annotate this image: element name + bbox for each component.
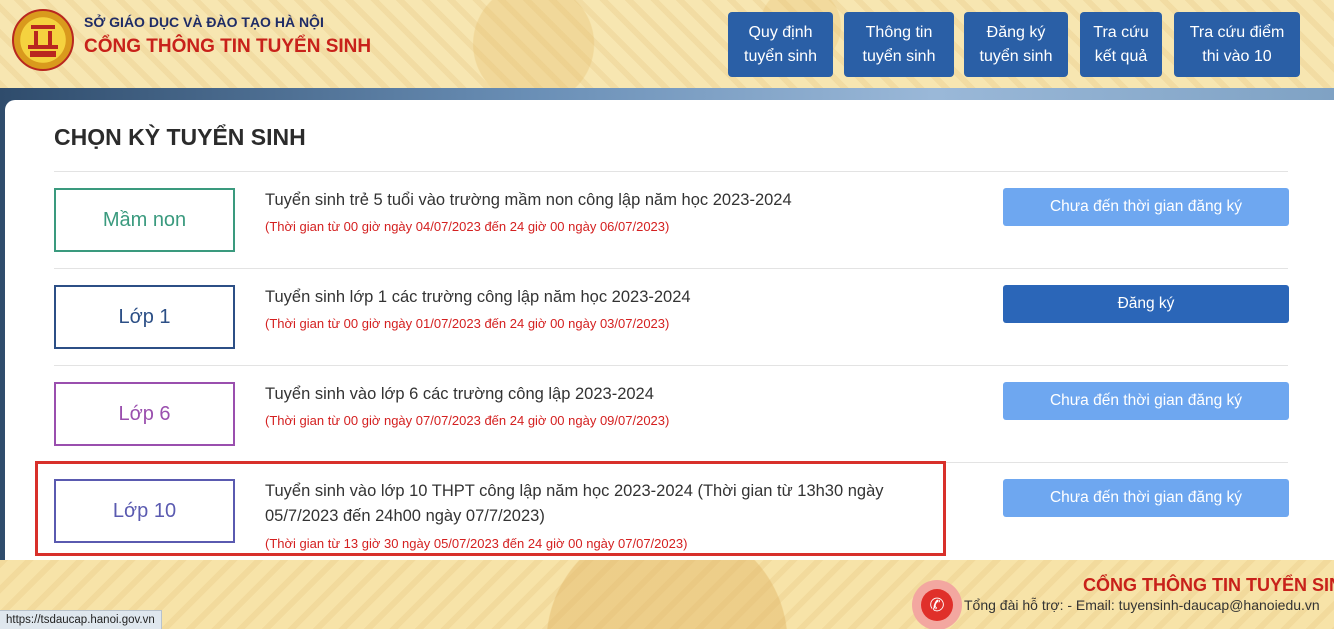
row-title: Tuyển sinh lớp 1 các trường công lập năm… xyxy=(265,288,691,306)
nav-label: Tra cứu kết quả xyxy=(1093,23,1149,65)
nav-label: Đăng ký tuyển sinh xyxy=(979,23,1053,65)
logo-emblem-icon[interactable] xyxy=(12,9,74,71)
level-lop-1[interactable]: Lớp 1 xyxy=(54,285,235,349)
nav-label: Tra cứu điểm thi vào 10 xyxy=(1189,23,1285,65)
divider xyxy=(54,365,1288,366)
level-mam-non[interactable]: Mầm non xyxy=(54,188,235,252)
page-title: CHỌN KỲ TUYỂN SINH xyxy=(54,124,306,150)
row-time: (Thời gian từ 00 giờ ngày 07/07/2023 đến… xyxy=(265,413,670,428)
row-title: Tuyển sinh vào lớp 6 các trường công lập… xyxy=(265,385,654,403)
action-button-lop-6[interactable]: Chưa đến thời gian đăng ký xyxy=(1003,382,1289,420)
portal-name[interactable]: CỔNG THÔNG TIN TUYỂN SINH xyxy=(84,36,371,58)
nav-label: Quy định tuyển sinh xyxy=(744,23,817,65)
hotline-text: Tổng đài hỗ trợ: - Email: tuyensinh-dauc… xyxy=(964,597,1320,613)
row-time: (Thời gian từ 00 giờ ngày 01/07/2023 đến… xyxy=(265,316,670,331)
action-button-mam-non[interactable]: Chưa đến thời gian đăng ký xyxy=(1003,188,1289,226)
divider xyxy=(54,268,1288,269)
nav-thong-tin-tuyen-sinh[interactable]: Thông tin tuyển sinh xyxy=(844,12,954,77)
level-lop-6[interactable]: Lớp 6 xyxy=(54,382,235,446)
row-title: Tuyển sinh trẻ 5 tuổi vào trường mầm non… xyxy=(265,191,792,209)
action-button-lop-10[interactable]: Chưa đến thời gian đăng ký xyxy=(1003,479,1289,517)
status-bar-url: https://tsdaucap.hanoi.gov.vn xyxy=(0,610,162,629)
footer-title: CỔNG THÔNG TIN TUYỂN SINH xyxy=(1083,575,1334,595)
phone-icon[interactable]: ✆ xyxy=(912,580,962,629)
nav-tra-cuu-ket-qua[interactable]: Tra cứu kết quả xyxy=(1080,12,1162,77)
nav-label: Thông tin tuyển sinh xyxy=(862,23,936,65)
nav-quy-dinh-tuyen-sinh[interactable]: Quy định tuyển sinh xyxy=(728,12,833,77)
register-button-lop-1[interactable]: Đăng ký xyxy=(1003,285,1289,323)
org-name: SỞ GIÁO DỤC VÀ ĐÀO TẠO HÀ NỘI xyxy=(84,14,324,30)
row-time: (Thời gian từ 00 giờ ngày 04/07/2023 đến… xyxy=(265,219,670,234)
nav-dang-ky-tuyen-sinh[interactable]: Đăng ký tuyển sinh xyxy=(964,12,1068,77)
nav-tra-cuu-diem-thi[interactable]: Tra cứu điểm thi vào 10 xyxy=(1174,12,1300,77)
highlight-box xyxy=(35,461,946,556)
phone-icon-glyph: ✆ xyxy=(921,589,953,621)
divider xyxy=(54,171,1288,172)
